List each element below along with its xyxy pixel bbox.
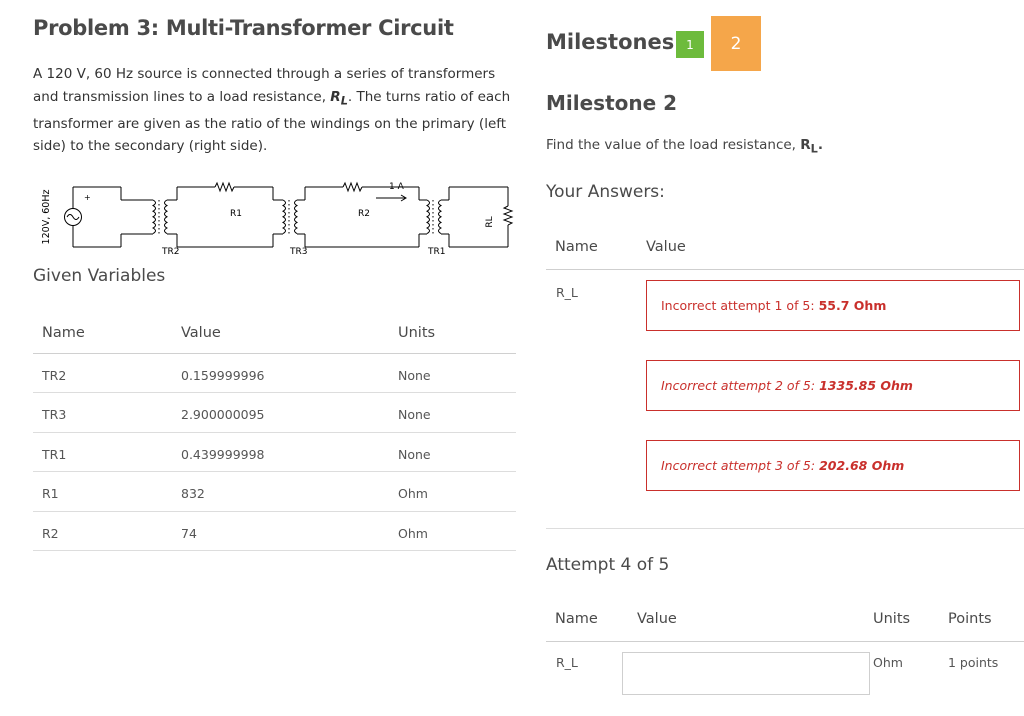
table-row: TR1 0.439999998 None [33, 432, 516, 472]
source-plus-label: + [84, 193, 91, 202]
given-name-cell: TR2 [33, 353, 172, 393]
attempt-header-value: Value [637, 611, 677, 627]
attempt-units: Ohm [873, 655, 903, 670]
given-variables-table: Name Value Units TR2 0.159999996 None TR… [33, 313, 516, 551]
given-header-units: Units [389, 313, 516, 354]
attempt-2-value: 1335.85 Ohm [819, 378, 913, 393]
table-row: R2 74 Ohm [33, 511, 516, 551]
attempt-3-value: 202.68 Ohm [819, 458, 905, 473]
milestone-1-button[interactable]: 1 [676, 31, 704, 58]
milestone-2-button[interactable]: 2 [711, 16, 761, 71]
attempt-header-points: Points [948, 611, 992, 627]
prompt-period: . [817, 137, 823, 153]
table-row: TR2 0.159999996 None [33, 353, 516, 393]
given-header-name: Name [33, 313, 172, 354]
given-value-cell: 0.159999996 [172, 353, 389, 393]
given-units-cell: None [389, 353, 516, 393]
table-row: TR3 2.900000095 None [33, 392, 516, 433]
given-variables-title: Given Variables [33, 266, 166, 286]
given-units-cell: Ohm [389, 471, 516, 512]
milestone-title: Milestone 2 [546, 91, 678, 115]
incorrect-attempt-1: Incorrect attempt 1 of 5: 55.7 Ohm [646, 280, 1020, 331]
attempt-header-name: Name [555, 611, 598, 627]
given-value-cell: 832 [172, 471, 389, 512]
r2-label: R2 [358, 209, 370, 219]
tr3-label: TR3 [289, 247, 307, 257]
your-answers-title: Your Answers: [546, 182, 665, 202]
given-header-value: Value [172, 313, 389, 354]
attempt-1-value: 55.7 Ohm [818, 298, 887, 313]
incorrect-attempt-3: Incorrect attempt 3 of 5: 202.68 Ohm [646, 440, 1020, 491]
table-row: R1 832 Ohm [33, 471, 516, 512]
problem-title: Problem 3: Multi-Transformer Circuit [33, 16, 454, 40]
given-value-cell: 0.439999998 [172, 432, 389, 472]
answer-value-input[interactable] [622, 652, 870, 695]
problem-description: A 120 V, 60 Hz source is connected throu… [33, 63, 513, 158]
answers-bottom-divider [546, 528, 1024, 529]
answers-header-value: Value [646, 239, 686, 255]
prompt-text: Find the value of the load resistance, [546, 137, 801, 153]
given-name-cell: R1 [33, 471, 172, 512]
circuit-diagram: 120V, 60Hz + TR2 R1 TR3 R2 1 A TR1 RL [41, 181, 514, 257]
r1-label: R1 [230, 209, 242, 219]
source-label: 120V, 60Hz [41, 190, 52, 245]
attempt-header-divider [546, 641, 1024, 642]
given-name-cell: R2 [33, 511, 172, 551]
description-symbol: RL [330, 88, 348, 108]
given-units-cell: None [389, 392, 516, 433]
given-units-cell: None [389, 432, 516, 472]
milestone-prompt: Find the value of the load resistance, R… [546, 137, 823, 156]
prompt-symbol: RL [800, 137, 818, 156]
answer-variable-name: R_L [556, 285, 578, 300]
attempt-points: 1 points [948, 655, 999, 670]
answers-header-divider [546, 269, 1024, 270]
milestones-label: Milestones: [546, 30, 683, 54]
attempt-header-units: Units [873, 611, 911, 627]
given-header-row: Name Value Units [33, 313, 516, 354]
given-name-cell: TR3 [33, 392, 172, 433]
given-name-cell: TR1 [33, 432, 172, 472]
attempt-variable-name: R_L [556, 655, 578, 670]
incorrect-attempt-2: Incorrect attempt 2 of 5: 1335.85 Ohm [646, 360, 1020, 411]
given-value-cell: 74 [172, 511, 389, 551]
given-units-cell: Ohm [389, 511, 516, 551]
given-value-cell: 2.900000095 [172, 392, 389, 433]
current-label: 1 A [389, 182, 405, 192]
attempt-title: Attempt 4 of 5 [546, 555, 670, 575]
answers-header-name: Name [555, 239, 598, 255]
tr2-label: TR2 [161, 247, 179, 257]
tr1-label: TR1 [427, 247, 445, 257]
rl-label: RL [485, 216, 495, 227]
